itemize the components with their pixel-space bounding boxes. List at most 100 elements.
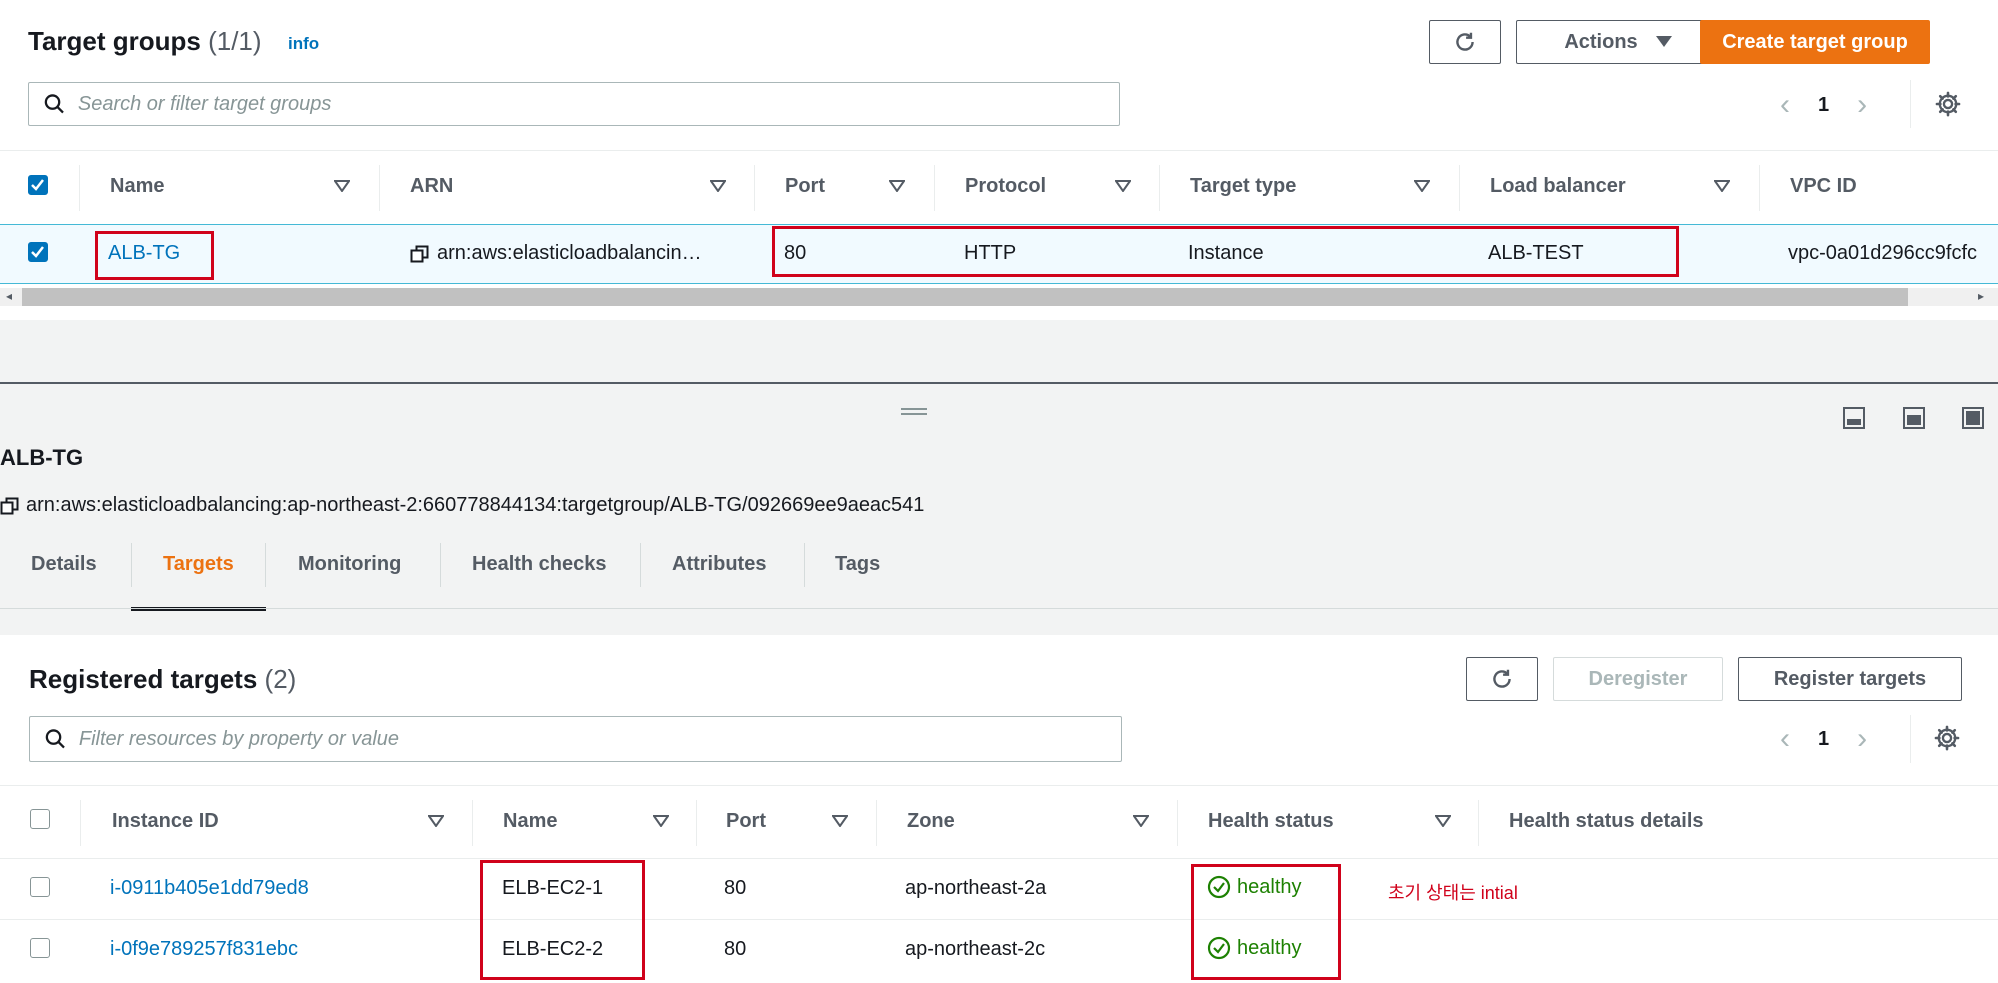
tab-health-checks[interactable]: Health checks	[472, 553, 607, 576]
column-divider[interactable]	[1177, 800, 1178, 846]
targets-header-zone[interactable]: Zone	[907, 810, 955, 833]
targets-header-health-status[interactable]: Health status	[1208, 810, 1334, 833]
column-divider[interactable]	[80, 800, 81, 846]
scrollbar-thumb[interactable]	[22, 288, 1908, 306]
resize-handle[interactable]	[901, 408, 927, 410]
select-all-checkbox[interactable]	[28, 175, 48, 195]
sort-icon[interactable]	[334, 180, 350, 192]
pager-divider	[1910, 80, 1911, 128]
sort-icon[interactable]	[1115, 180, 1131, 192]
split-half-icon[interactable]	[1902, 406, 1926, 430]
highlight-box-names	[480, 860, 645, 980]
row-checkbox[interactable]	[30, 877, 50, 897]
column-divider[interactable]	[79, 165, 80, 211]
target-groups-header-vpc-id[interactable]: VPC ID	[1790, 175, 1857, 198]
refresh-button[interactable]	[1429, 20, 1501, 64]
resize-handle-line	[901, 413, 927, 415]
table-top-border	[0, 150, 1998, 151]
sort-icon[interactable]	[653, 815, 669, 827]
copy-icon[interactable]	[410, 244, 430, 264]
sort-icon[interactable]	[1435, 815, 1451, 827]
target-groups-header-port[interactable]: Port	[785, 175, 825, 198]
column-divider[interactable]	[754, 165, 755, 211]
target-groups-search-input[interactable]	[75, 91, 1119, 117]
check-icon	[31, 179, 44, 191]
instance-port: 80	[724, 938, 747, 960]
detail-arn: arn:aws:elasticloadbalancing:ap-northeas…	[26, 494, 925, 516]
gear-icon[interactable]	[1934, 90, 1962, 118]
column-divider[interactable]	[696, 800, 697, 846]
info-link[interactable]: info	[288, 34, 319, 54]
tab-attributes[interactable]: Attributes	[672, 553, 766, 576]
target-group-vpc-id: vpc-0a01d296cc9fcfc	[1788, 242, 1978, 264]
next-page-icon[interactable]: ›	[1857, 88, 1867, 122]
page-number[interactable]: 1	[1818, 94, 1829, 117]
scroll-right-icon[interactable]: ▸	[1978, 289, 1984, 303]
target-groups-header-target-type[interactable]: Target type	[1190, 175, 1296, 198]
targets-header-port[interactable]: Port	[726, 810, 766, 833]
instance-zone: ap-northeast-2a	[905, 877, 1047, 899]
targets-search-input[interactable]	[76, 726, 1121, 752]
registered-targets-title: Registered targets	[29, 664, 258, 694]
sort-icon[interactable]	[889, 180, 905, 192]
target-groups-header-arn[interactable]: ARN	[410, 175, 453, 198]
actions-button[interactable]: Actions	[1516, 20, 1720, 64]
tab-details[interactable]: Details	[31, 553, 97, 576]
deregister-button[interactable]: Deregister	[1553, 657, 1723, 701]
targets-search[interactable]	[29, 716, 1122, 762]
tab-targets[interactable]: Targets	[163, 553, 234, 576]
target-groups-search[interactable]	[28, 82, 1120, 126]
row-checkbox[interactable]	[30, 938, 50, 958]
registered-targets-count: (2)	[264, 664, 297, 694]
column-divider[interactable]	[379, 165, 380, 211]
copy-arn-icon[interactable]	[0, 496, 20, 516]
instance-id-link[interactable]: i-0f9e789257f831ebc	[110, 938, 298, 961]
actions-label: Actions	[1564, 30, 1638, 53]
target-groups-header-load-balancer[interactable]: Load balancer	[1490, 175, 1626, 198]
instance-id-link[interactable]: i-0911b405e1dd79ed8	[110, 877, 309, 900]
targets-table-top-border	[0, 785, 1998, 786]
column-divider[interactable]	[472, 800, 473, 846]
create-target-group-button[interactable]: Create target group	[1700, 20, 1930, 64]
column-divider[interactable]	[1159, 165, 1160, 211]
prev-page-icon[interactable]: ‹	[1780, 722, 1790, 756]
sort-icon[interactable]	[1133, 815, 1149, 827]
targets-header-instance-id[interactable]: Instance ID	[112, 810, 219, 833]
register-targets-button[interactable]: Register targets	[1738, 657, 1962, 701]
select-all-targets-checkbox[interactable]	[30, 809, 50, 829]
tab-divider	[265, 543, 266, 587]
column-divider[interactable]	[876, 800, 877, 846]
instance-zone: ap-northeast-2c	[905, 938, 1046, 960]
sort-icon[interactable]	[428, 815, 444, 827]
horizontal-scrollbar[interactable]: ◂ ▸	[0, 288, 1998, 306]
sort-icon[interactable]	[1414, 180, 1430, 192]
row-checkbox[interactable]	[28, 242, 48, 262]
target-groups-header-protocol[interactable]: Protocol	[965, 175, 1046, 198]
targets-pagination: ‹ 1 ›	[1780, 722, 1867, 756]
split-full-icon[interactable]	[1961, 406, 1985, 430]
targets-header-health-status-details[interactable]: Health status details	[1509, 810, 1704, 833]
target-group-arn: arn:aws:elasticloadbalancin…	[437, 242, 702, 264]
page-number[interactable]: 1	[1818, 728, 1829, 751]
gear-icon[interactable]	[1933, 724, 1961, 752]
sort-icon[interactable]	[1714, 180, 1730, 192]
split-bottom-icon[interactable]	[1842, 406, 1866, 430]
column-divider[interactable]	[934, 165, 935, 211]
refresh-targets-button[interactable]	[1466, 657, 1538, 701]
sort-icon[interactable]	[710, 180, 726, 192]
target-groups-header-name[interactable]: Name	[110, 175, 164, 198]
annotation-note: 초기 상태는 intial	[1388, 883, 1518, 903]
column-divider[interactable]	[1759, 165, 1760, 211]
column-divider[interactable]	[1478, 800, 1479, 846]
target-groups-heading: Target groups (1/1)	[28, 26, 262, 57]
scroll-left-icon[interactable]: ◂	[6, 289, 12, 303]
refresh-icon	[1493, 669, 1511, 688]
tab-divider	[804, 543, 805, 587]
prev-page-icon[interactable]: ‹	[1780, 88, 1790, 122]
targets-header-name[interactable]: Name	[503, 810, 557, 833]
column-divider[interactable]	[1459, 165, 1460, 211]
sort-icon[interactable]	[832, 815, 848, 827]
tab-tags[interactable]: Tags	[835, 553, 880, 576]
next-page-icon[interactable]: ›	[1857, 722, 1867, 756]
tab-monitoring[interactable]: Monitoring	[298, 553, 401, 576]
